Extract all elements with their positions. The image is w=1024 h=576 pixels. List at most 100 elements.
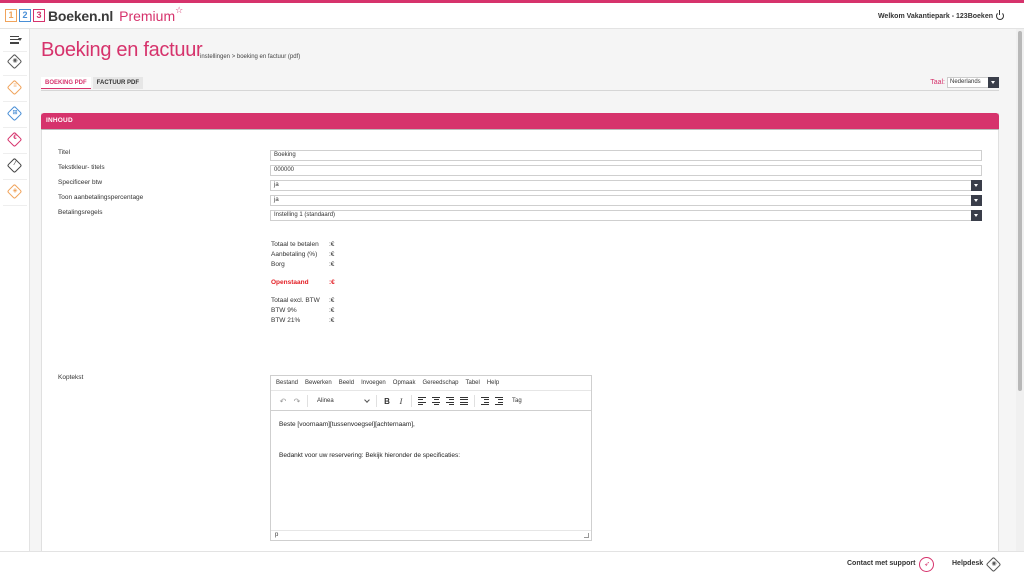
panel-header: INHOUD [41, 113, 999, 129]
toolbar-divider [411, 395, 412, 407]
rocket-icon[interactable]: ➶ [919, 557, 935, 573]
language-value: Nederlands [950, 79, 981, 85]
editor-menu-gereedschap[interactable]: Gereedschap [422, 380, 458, 386]
logo-digit-2: 2 [19, 9, 31, 22]
logo-brand: Boeken.nl [48, 7, 114, 24]
editor-content[interactable]: Beste [voornaam][tussenvoegsel][achterna… [279, 421, 460, 483]
aanbetaling-value: ja [274, 197, 279, 203]
align-left-icon[interactable] [415, 397, 429, 405]
panel-header-divider [41, 129, 999, 130]
chevron-down-icon [364, 397, 370, 403]
chevron-down-icon[interactable] [988, 77, 999, 88]
editor-menu-beeld[interactable]: Beeld [339, 380, 354, 386]
summary-totaal-label: Totaal te betalen [271, 241, 319, 248]
logo-premium: Premium [119, 7, 176, 24]
breadcrumb: instellingen > boeking en factuur (pdf) [200, 54, 301, 60]
aanbetaling-label: Toon aanbetalingspercentage [58, 194, 144, 201]
language-select[interactable]: Nederlands [947, 77, 999, 88]
titel-label: Titel [58, 149, 71, 156]
btw-value: ja [274, 182, 279, 188]
koptekst-editor: Bestand Bewerken Beeld Invoegen Opmaak G… [270, 375, 592, 541]
summary-borg-label: Borg [271, 261, 285, 268]
editor-toolbar: ↶ ↷ Alinea B I Tag [271, 392, 591, 411]
editor-menubar: Bestand Bewerken Beeld Invoegen Opmaak G… [271, 376, 591, 391]
align-justify-icon[interactable] [457, 397, 471, 405]
sidebar-item-settings[interactable]: ⁄ [6, 157, 23, 174]
btw-select[interactable]: ja [270, 180, 982, 191]
bold-button[interactable]: B [380, 397, 394, 406]
betalingsregels-value: Instelling 1 (standaard) [274, 212, 336, 218]
undo-icon[interactable]: ↶ [276, 397, 290, 406]
editor-menu-help[interactable]: Help [487, 380, 499, 386]
sidebar-divider [3, 101, 27, 102]
sidebar-item-dashboard[interactable]: ◉ [6, 53, 23, 70]
tab-bar: BOEKING PDF FACTUUR PDF [41, 77, 145, 90]
toolbar-divider [474, 395, 475, 407]
tab-divider [41, 90, 999, 91]
page-title: Boeking en factuur [41, 39, 203, 61]
language-selector: Taal: Nederlands [930, 77, 999, 88]
outdent-icon[interactable] [478, 397, 492, 405]
summary-excl-label: Totaal excl. BTW [271, 297, 320, 304]
align-right-icon[interactable] [443, 397, 457, 405]
sidebar-divider [3, 51, 27, 52]
power-icon[interactable] [996, 10, 1004, 20]
summary-totaal-value: :€ [329, 241, 335, 248]
titel-input[interactable]: Boeking [270, 150, 982, 161]
align-center-icon[interactable] [429, 397, 443, 405]
btw-label: Specificeer btw [58, 179, 103, 186]
chevron-down-icon[interactable] [971, 195, 982, 206]
toolbar-divider [307, 395, 308, 407]
tekstkleur-input[interactable]: 000000 [270, 165, 982, 176]
scrollbar-thumb[interactable] [1018, 31, 1022, 391]
format-select[interactable]: Alinea [311, 395, 373, 407]
editor-menu-bestand[interactable]: Bestand [276, 380, 298, 386]
sidebar-item-finance[interactable]: € [6, 131, 23, 148]
editor-menu-invoegen[interactable]: Invoegen [361, 380, 386, 386]
editor-menu-opmaak[interactable]: Opmaak [393, 380, 416, 386]
helpdesk-icon[interactable]: ◉ [985, 556, 1002, 573]
chevron-down-icon[interactable] [971, 180, 982, 191]
welcome-user: Welkom Vakantiepark - 123Boeken [877, 10, 1004, 20]
sidebar-divider [3, 153, 27, 154]
betalingsregels-select[interactable]: Instelling 1 (standaard) [270, 210, 982, 221]
welcome-text: Welkom Vakantiepark - 123Boeken [877, 12, 993, 20]
language-label: Taal: [930, 79, 945, 86]
top-bar: 1 2 3 Boeken.nl Premium ☆ Welkom Vakanti… [0, 3, 1024, 29]
tekstkleur-label: Tekstkleur- titels [58, 164, 105, 171]
menu-toggle-icon[interactable] [10, 36, 22, 44]
sidebar-item-accommodations[interactable]: ≡ [6, 79, 23, 96]
summary-borg-value: :€ [329, 261, 335, 268]
betalingsregels-label: Betalingsregels [58, 209, 103, 216]
sidebar-divider [3, 75, 27, 76]
helpdesk-link[interactable]: Helpdesk [952, 560, 983, 567]
chevron-down-icon[interactable] [971, 210, 982, 221]
tag-button[interactable]: Tag [506, 398, 528, 404]
contact-support-link[interactable]: Contact met support [847, 560, 915, 567]
panel-title: INHOUD [46, 117, 73, 124]
sidebar: ◉ ≡ ⊞ € ⁄ ◈ [0, 29, 30, 551]
sidebar-item-calendar[interactable]: ⊞ [6, 105, 23, 122]
resize-handle-icon[interactable] [584, 533, 589, 538]
summary-aanbetaling-value: :€ [329, 251, 335, 258]
italic-button[interactable]: I [394, 397, 408, 406]
summary-btw21-value: :€ [329, 317, 335, 324]
summary-openstaand-value: :€ [329, 279, 335, 286]
aanbetaling-select[interactable]: ja [270, 195, 982, 206]
editor-line-greeting: Beste [voornaam][tussenvoegsel][achterna… [279, 421, 415, 428]
page-scrollbar[interactable] [1016, 29, 1024, 551]
logo[interactable]: 1 2 3 Boeken.nl Premium ☆ [5, 5, 183, 24]
redo-icon[interactable]: ↷ [290, 397, 304, 406]
tab-factuur-pdf[interactable]: FACTUUR PDF [92, 77, 144, 89]
editor-menu-tabel[interactable]: Tabel [466, 380, 480, 386]
indent-icon[interactable] [492, 397, 506, 405]
editor-statusbar: p [271, 530, 591, 540]
editor-path: p [275, 532, 279, 538]
sidebar-divider [3, 205, 27, 206]
logo-digit-3: 3 [33, 9, 45, 22]
toolbar-divider [376, 395, 377, 407]
sidebar-item-premium[interactable]: ◈ [6, 183, 23, 200]
summary-aanbetaling-label: Aanbetaling (%) [271, 251, 318, 258]
tab-boeking-pdf[interactable]: BOEKING PDF [41, 77, 91, 89]
editor-menu-bewerken[interactable]: Bewerken [305, 380, 332, 386]
